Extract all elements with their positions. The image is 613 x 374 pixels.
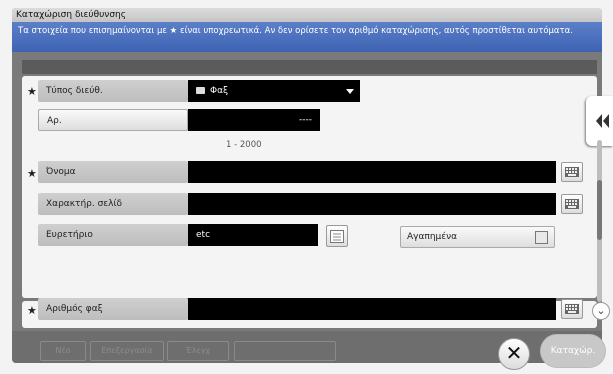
sort-char-label: Χαρακτήρ. σελίδ	[38, 193, 188, 215]
index-list-icon[interactable]	[326, 225, 348, 247]
keyboard-icon[interactable]	[561, 299, 583, 319]
address-type-label: Τύπος διεύθ.	[38, 80, 188, 102]
number-field[interactable]: ----	[188, 109, 320, 131]
tab-check[interactable]: Έλεγχ	[167, 341, 229, 361]
index-label: Ευρετήριο	[38, 224, 188, 246]
register-button[interactable]: Καταχώρ.	[540, 334, 606, 368]
keyboard-icon[interactable]	[561, 162, 583, 182]
keyboard-icon[interactable]	[561, 194, 583, 214]
chevron-down-icon	[346, 89, 354, 94]
name-label: Όνομα	[38, 161, 188, 183]
tab-edit[interactable]: Επεξεργασία	[90, 341, 164, 361]
double-chevron-left-icon	[596, 114, 609, 128]
scroll-down-button[interactable]: ⌄	[592, 302, 610, 320]
favorites-checkbox[interactable]	[535, 231, 548, 244]
scrollbar[interactable]	[597, 140, 602, 302]
panel-header-strip	[22, 60, 597, 74]
close-button[interactable]: ✕	[498, 338, 530, 370]
window-title: Καταχώριση διεύθυνσης	[12, 8, 602, 22]
fax-number-label: Αριθμός φαξ	[38, 298, 188, 320]
close-icon: ✕	[505, 341, 523, 365]
favorites-label: Αγαπημένα	[407, 232, 458, 242]
scrollbar-thumb[interactable]	[597, 180, 602, 240]
number-button[interactable]: Αρ.	[38, 109, 188, 131]
info-message: Τα στοιχεία που επισημαίνονται με ★ είνα…	[12, 22, 602, 52]
fax-icon	[196, 87, 205, 94]
fax-number-field[interactable]	[188, 298, 556, 320]
tab-new[interactable]: Νέο	[40, 341, 86, 361]
tab-other[interactable]	[234, 341, 336, 361]
index-field[interactable]: etc	[188, 224, 318, 246]
chevron-down-icon: ⌄	[596, 304, 606, 317]
required-mark: ★	[27, 167, 37, 180]
favorites-toggle[interactable]: Αγαπημένα	[400, 226, 555, 248]
sort-char-field[interactable]	[188, 193, 556, 215]
collapse-panel-button[interactable]	[586, 96, 613, 146]
address-type-select[interactable]: Φαξ	[188, 80, 360, 102]
required-mark: ★	[27, 304, 37, 317]
address-type-value: Φαξ	[210, 86, 229, 96]
name-field[interactable]	[188, 161, 556, 183]
number-range: 1 - 2000	[226, 140, 262, 150]
required-mark: ★	[27, 85, 37, 98]
